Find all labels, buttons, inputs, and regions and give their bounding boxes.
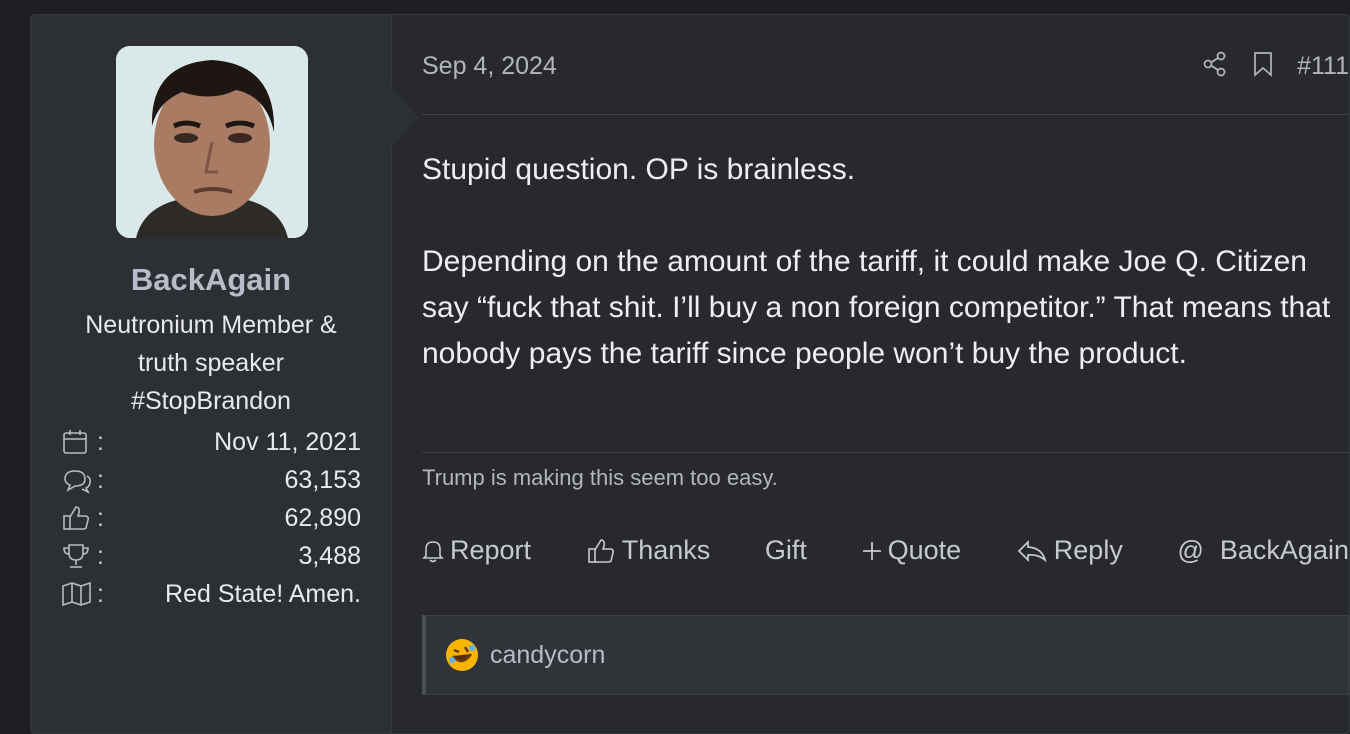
post-main: Sep 4, 2024 #111 Stupid question. OP is … (422, 15, 1349, 733)
post-top-actions: #111 (1201, 50, 1349, 83)
bell-icon (422, 540, 444, 562)
gift-label: Gift (764, 535, 807, 565)
stat-colon: : (97, 465, 104, 494)
thumbs-up-icon (61, 503, 97, 533)
map-icon (61, 579, 97, 609)
stat-value: 3,488 (298, 541, 361, 570)
quote-label: Quote (887, 535, 962, 565)
stat-colon: : (97, 579, 104, 608)
signature: Trump is making this seem too easy. (422, 465, 778, 490)
stat-messages: : 63,153 (61, 461, 361, 499)
user-panel-arrow (390, 85, 418, 149)
avatar[interactable] (116, 46, 308, 238)
stat-colon: : (97, 427, 104, 456)
stat-colon: : (97, 503, 104, 532)
mention-label: BackAgain (1219, 535, 1349, 565)
mention-button[interactable]: @ BackAgain (1177, 535, 1349, 566)
stat-points: : 3,488 (61, 537, 361, 575)
stat-value: Nov 11, 2021 (214, 427, 361, 456)
username[interactable]: BackAgain (31, 262, 391, 298)
thanks-button[interactable]: Thanks (586, 535, 711, 566)
post-container: BackAgain Neutronium Member & truth spea… (30, 14, 1350, 734)
share-icon[interactable] (1201, 50, 1229, 83)
post-number[interactable]: #111 (1297, 52, 1349, 81)
trophy-icon (61, 541, 97, 571)
stat-location: : Red State! Amen. (61, 575, 361, 613)
stat-value: 63,153 (284, 465, 361, 494)
messages-icon (61, 465, 97, 495)
stat-value: 62,890 (284, 503, 361, 532)
post-body: Stupid question. OP is brainless. Depend… (422, 147, 1332, 377)
post-date[interactable]: Sep 4, 2024 (422, 52, 557, 81)
gift-button[interactable]: Gift (765, 535, 807, 566)
user-stats: : Nov 11, 2021 : 63,153 : 62,890: 3,488… (61, 423, 361, 613)
reactions-bar[interactable]: candycorn (422, 615, 1349, 695)
stat-colon: : (97, 541, 104, 570)
user-title: Neutronium Member & truth speaker #StopB… (31, 306, 391, 420)
plus-icon (862, 541, 881, 560)
bookmark-icon[interactable] (1251, 50, 1275, 83)
stat-reactions: : 62,890 (61, 499, 361, 537)
user-title-line: truth speaker (138, 349, 284, 377)
reply-label: Reply (1053, 535, 1123, 565)
post-paragraph: Depending on the amount of the tariff, i… (422, 245, 1331, 370)
stat-value: Red State! Amen. (165, 579, 361, 608)
thumbs-up-icon (587, 538, 614, 563)
stat-joined: : Nov 11, 2021 (61, 423, 361, 461)
rolling-laughing-emoji-icon (446, 639, 478, 671)
calendar-icon (61, 427, 97, 457)
quote-button[interactable]: Quote (862, 535, 962, 566)
reply-button[interactable]: Reply (1016, 535, 1123, 566)
post-actions: Report Thanks Gift Quote Reply @ BackAga… (422, 535, 1349, 566)
thanks-label: Thanks (621, 535, 711, 565)
reply-icon (1017, 539, 1047, 562)
signature-divider (422, 452, 1349, 453)
user-info-panel: BackAgain Neutronium Member & truth spea… (31, 15, 392, 733)
report-label: Report (450, 535, 532, 565)
reaction-user[interactable]: candycorn (490, 641, 605, 670)
at-icon: @ (1177, 535, 1204, 565)
user-title-line: Neutronium Member & (85, 311, 337, 339)
post-paragraph: Stupid question. OP is brainless. (422, 153, 856, 186)
divider (422, 114, 1349, 115)
report-button[interactable]: Report (422, 535, 531, 566)
user-title-line: #StopBrandon (131, 387, 291, 415)
